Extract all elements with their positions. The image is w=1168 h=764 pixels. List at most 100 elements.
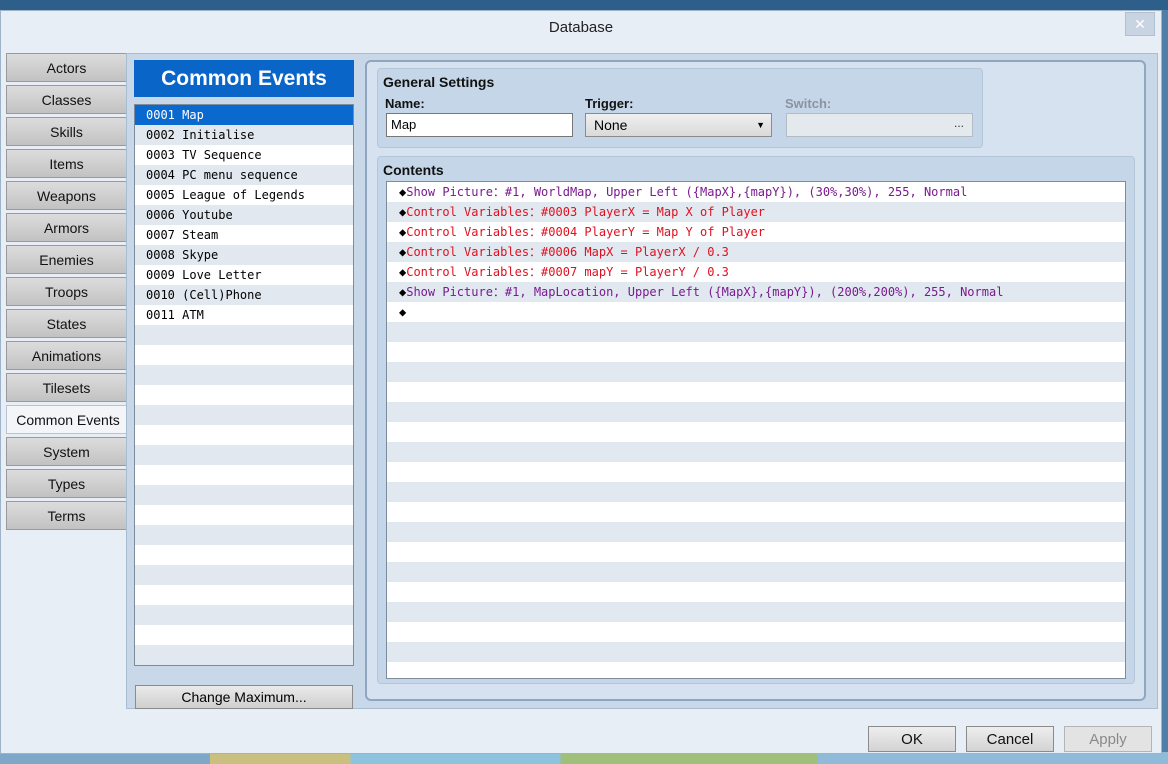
ok-button[interactable]: OK: [868, 726, 956, 752]
list-item[interactable]: 0001 Map: [135, 105, 353, 125]
tab-skills[interactable]: Skills: [6, 117, 127, 146]
switch-label: Switch:: [785, 96, 832, 111]
command-row[interactable]: [387, 542, 1125, 562]
command-row[interactable]: [387, 442, 1125, 462]
list-item[interactable]: 0008 Skype: [135, 245, 353, 265]
tab-terms[interactable]: Terms: [6, 501, 127, 530]
command-row[interactable]: [387, 602, 1125, 622]
list-item[interactable]: 0011 ATM: [135, 305, 353, 325]
command-row[interactable]: ◆Show Picture：#1, MapLocation, Upper Lef…: [387, 282, 1125, 302]
title-bar: Database ✕: [1, 11, 1161, 44]
command-text: Control Variables：#0003 PlayerX = Map X …: [406, 205, 766, 219]
list-item[interactable]: 0004 PC menu sequence: [135, 165, 353, 185]
command-row[interactable]: [387, 422, 1125, 442]
tab-system[interactable]: System: [6, 437, 127, 466]
list-item[interactable]: [135, 525, 353, 545]
command-row[interactable]: [387, 562, 1125, 582]
list-item[interactable]: [135, 425, 353, 445]
category-tabs: Actors Classes Skills Items Weapons Armors Ene…: [6, 53, 130, 533]
tab-types[interactable]: Types: [6, 469, 127, 498]
general-settings-title: General Settings: [383, 74, 495, 90]
list-item[interactable]: [135, 505, 353, 525]
name-input[interactable]: Map: [386, 113, 573, 137]
command-row[interactable]: ◆Control Variables：#0006 MapX = PlayerX …: [387, 242, 1125, 262]
trigger-select[interactable]: None ▼: [585, 113, 772, 137]
list-item[interactable]: [135, 405, 353, 425]
command-row[interactable]: [387, 522, 1125, 542]
list-item[interactable]: [135, 365, 353, 385]
list-item[interactable]: 0002 Initialise: [135, 125, 353, 145]
chevron-down-icon: ▼: [756, 120, 765, 130]
command-text: Show Picture：#1, MapLocation, Upper Left…: [406, 285, 1004, 299]
command-row[interactable]: [387, 642, 1125, 662]
list-item[interactable]: [135, 385, 353, 405]
list-item[interactable]: 0010 (Cell)Phone: [135, 285, 353, 305]
contents-title: Contents: [383, 162, 444, 178]
tab-common-events[interactable]: Common Events: [6, 405, 130, 434]
list-item[interactable]: [135, 605, 353, 625]
list-item[interactable]: [135, 465, 353, 485]
window-title: Database: [548, 19, 614, 36]
command-text: Control Variables：#0007 mapY = PlayerY /…: [406, 265, 729, 279]
tab-troops[interactable]: Troops: [6, 277, 127, 306]
tab-animations[interactable]: Animations: [6, 341, 127, 370]
command-text: Show Picture：#1, WorldMap, Upper Left ({…: [406, 185, 968, 199]
command-row[interactable]: [387, 462, 1125, 482]
command-row[interactable]: [387, 662, 1125, 678]
general-settings-group: General Settings Name: Map Trigger: None…: [377, 68, 983, 148]
main-area: Common Events 0001 Map 0002 Initialise 000…: [126, 53, 1158, 709]
switch-browse-button: ...: [953, 116, 964, 130]
close-button[interactable]: ✕: [1125, 12, 1155, 36]
list-item[interactable]: 0006 Youtube: [135, 205, 353, 225]
command-row[interactable]: ◆: [387, 302, 1125, 322]
contents-group: Contents ◆ Show Picture：#1, WorldMap, Upp…: [377, 156, 1135, 684]
command-list[interactable]: ◆ Show Picture：#1, WorldMap, Upper Left (…: [386, 181, 1126, 679]
list-header: Common Events: [134, 60, 354, 97]
command-row[interactable]: ◆Show Picture：#1, WorldMap, Upper Left (…: [387, 182, 1125, 202]
list-item[interactable]: 0005 League of Legends: [135, 185, 353, 205]
command-row[interactable]: ◆Control Variables：#0003 PlayerX = Map X…: [387, 202, 1125, 222]
command-row[interactable]: [387, 482, 1125, 502]
command-row[interactable]: [387, 362, 1125, 382]
editor-panel: General Settings Name: Map Trigger: None…: [365, 60, 1146, 701]
tab-items[interactable]: Items: [6, 149, 127, 178]
cancel-button[interactable]: Cancel: [966, 726, 1054, 752]
command-row[interactable]: [387, 622, 1125, 642]
list-item[interactable]: [135, 445, 353, 465]
apply-button: Apply: [1064, 726, 1152, 752]
background-top: [0, 0, 1168, 10]
list-item[interactable]: [135, 625, 353, 645]
list-item[interactable]: [135, 645, 353, 665]
command-row[interactable]: [387, 582, 1125, 602]
switch-selector: ...: [786, 113, 973, 137]
command-row[interactable]: [387, 322, 1125, 342]
diamond-icon: ◆: [399, 305, 407, 319]
list-item[interactable]: [135, 585, 353, 605]
tab-actors[interactable]: Actors: [6, 53, 127, 82]
tab-classes[interactable]: Classes: [6, 85, 127, 114]
command-text: Control Variables：#0006 MapX = PlayerX /…: [406, 245, 729, 259]
list-item[interactable]: [135, 565, 353, 585]
tab-weapons[interactable]: Weapons: [6, 181, 127, 210]
command-row[interactable]: [387, 502, 1125, 522]
list-item[interactable]: [135, 545, 353, 565]
list-item[interactable]: 0003 TV Sequence: [135, 145, 353, 165]
list-item[interactable]: [135, 325, 353, 345]
trigger-label: Trigger:: [585, 96, 634, 111]
tab-enemies[interactable]: Enemies: [6, 245, 127, 274]
tab-tilesets[interactable]: Tilesets: [6, 373, 127, 402]
list-item[interactable]: [135, 485, 353, 505]
list-item[interactable]: 0009 Love Letter: [135, 265, 353, 285]
tab-armors[interactable]: Armors: [6, 213, 127, 242]
common-events-list[interactable]: 0001 Map 0002 Initialise 0003 TV Sequence 0…: [134, 104, 354, 666]
tab-states[interactable]: States: [6, 309, 127, 338]
list-item[interactable]: [135, 345, 353, 365]
command-row[interactable]: [387, 402, 1125, 422]
command-row[interactable]: [387, 342, 1125, 362]
database-window: Database ✕ Actors Classes Skills Items Weapo…: [0, 10, 1162, 754]
command-row[interactable]: ◆Control Variables：#0004 PlayerY = Map Y…: [387, 222, 1125, 242]
list-item[interactable]: 0007 Steam: [135, 225, 353, 245]
change-maximum-button[interactable]: Change Maximum...: [135, 685, 353, 709]
command-row[interactable]: [387, 382, 1125, 402]
command-row[interactable]: ◆Control Variables：#0007 mapY = PlayerY …: [387, 262, 1125, 282]
